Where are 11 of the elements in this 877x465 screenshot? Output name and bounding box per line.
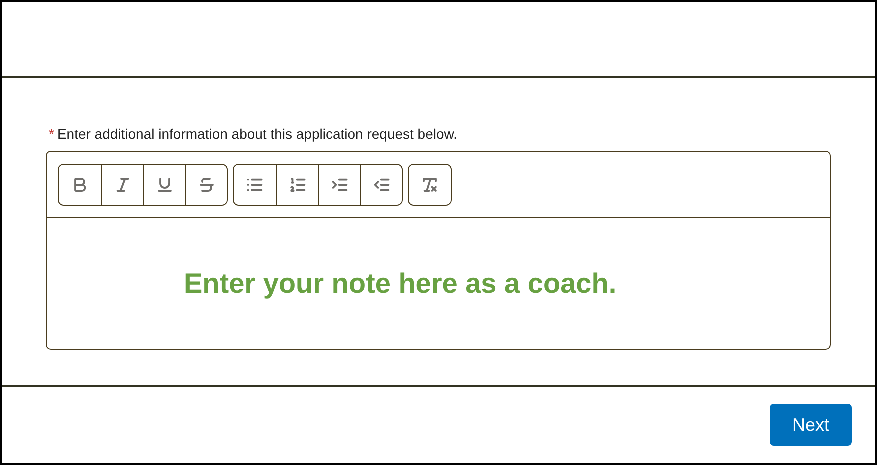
required-mark: * — [49, 125, 54, 144]
field-label: Enter additional information about this application request below. — [57, 125, 458, 144]
outdent-button[interactable] — [360, 164, 402, 204]
rich-text-editor[interactable]: Enter your note here as a coach. — [46, 151, 831, 350]
strikethrough-icon — [198, 176, 216, 194]
clear-formatting-icon — [421, 176, 439, 194]
strikethrough-button[interactable] — [185, 164, 227, 204]
underline-icon — [156, 176, 174, 194]
next-button[interactable]: Next — [770, 404, 852, 446]
numbered-list-icon — [288, 176, 306, 194]
note-text: Enter your note here as a coach. — [184, 266, 617, 301]
